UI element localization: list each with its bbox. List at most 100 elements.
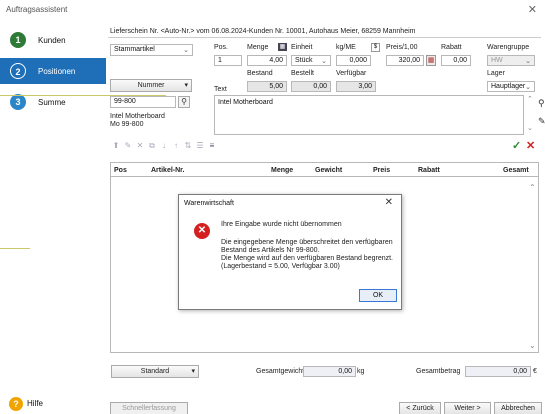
menge-label: Menge [247, 44, 269, 51]
title-bar: Auftragsassistent ✕ [0, 0, 545, 18]
scroll-down-icon[interactable]: ⌄ [529, 341, 536, 350]
sort-icon[interactable]: ⇅ [183, 141, 193, 151]
step-label-positionen: Positionen [38, 67, 76, 76]
lager-select[interactable]: Hauptlager ⌄ [487, 81, 535, 92]
rabatt-field[interactable]: 0,00 [441, 55, 471, 66]
dialog-message-5: (Lagerbestand = 5.00, Verfügbar 3.00) [221, 263, 340, 270]
preis-field[interactable]: 320,00 [386, 55, 424, 66]
document-info-line: Lieferschein Nr. <Auto-Nr.> vom 06.08.20… [110, 28, 416, 35]
chevron-down-icon: ⌄ [525, 58, 531, 65]
rabatt-label: Rabatt [441, 44, 462, 51]
edit-row-icon[interactable]: ✎ [123, 141, 133, 151]
move-up-icon[interactable]: ⬆ [111, 141, 121, 151]
nummer-sort-button[interactable]: Nummer ▾ [110, 79, 192, 92]
next-button[interactable]: Weiter > [444, 402, 491, 414]
bestellt-field: 0,00 [291, 81, 331, 92]
warengruppe-select[interactable]: HW ⌄ [487, 55, 535, 66]
step-positionen[interactable]: 2 Positionen [0, 58, 106, 84]
window-title: Auftragsassistent [6, 5, 68, 14]
arrow-down-icon[interactable]: ↓ [159, 141, 169, 151]
col-rabatt[interactable]: Rabatt [418, 167, 440, 174]
step-number-1: 1 [10, 32, 26, 48]
scroll-up-icon[interactable]: ⌃ [529, 183, 536, 192]
step-summe[interactable]: 3 Summe [0, 89, 106, 115]
text-search-icon[interactable]: ⚲ [538, 98, 545, 109]
dialog-title: Warenwirtschaft [184, 200, 234, 207]
gesamtbetrag-label: Gesamtbetrag [416, 368, 461, 375]
copy-row-icon[interactable]: ⧉ [147, 141, 157, 151]
standard-select[interactable]: Standard ▾ [111, 365, 199, 378]
artikel-name: Intel Motherboard [110, 113, 165, 120]
col-gewicht[interactable]: Gewicht [315, 167, 342, 174]
col-artikel-nr[interactable]: Artikel-Nr. [151, 167, 184, 174]
calculator-icon[interactable]: ▦ [278, 43, 287, 51]
cancel-button[interactable]: Abbrechen [494, 402, 542, 414]
chevron-down-icon: ⌄ [183, 47, 189, 54]
schnellerfassung-button[interactable]: Schnellerfassung [110, 402, 188, 414]
gesamtgewicht-field: 0,00 [303, 366, 356, 377]
dialog-message-1: Ihre Eingabe wurde nicht übernommen [221, 221, 342, 228]
help-icon: ? [9, 397, 23, 411]
scroll-up-icon[interactable]: ⌃ [527, 95, 533, 103]
gesamtbetrag-unit: € [533, 368, 537, 375]
step-label-summe: Summe [38, 98, 66, 107]
back-button[interactable]: < Zurück [399, 402, 441, 414]
dialog-message-4: Die Menge wird auf den verfügbaren Besta… [221, 255, 393, 262]
nummer-label: Nummer [137, 82, 165, 89]
col-pos[interactable]: Pos [114, 167, 127, 174]
edit-pencil-icon[interactable]: ✎ [538, 116, 545, 127]
pos-label: Pos. [214, 44, 229, 51]
gesamtbetrag-field: 0,00 [465, 366, 531, 377]
ok-button[interactable]: OK [359, 289, 397, 302]
gesamtgewicht-label: Gesamtgewicht [256, 368, 305, 375]
verfuegbar-label: Verfügbar [336, 70, 367, 77]
artikel-type-value: Stammartikel [114, 46, 155, 53]
verfuegbar-field: 3,00 [336, 81, 376, 92]
window-close-icon[interactable]: ✕ [528, 3, 537, 16]
table-header: Pos Artikel-Nr. Menge Gewicht Preis Raba… [111, 163, 538, 177]
warengruppe-value: HW [491, 57, 503, 64]
arrow-up-icon[interactable]: ↑ [171, 141, 181, 151]
search-icon[interactable]: ⚲ [178, 96, 190, 108]
col-menge[interactable]: Menge [271, 167, 293, 174]
chevron-down-icon: ⌄ [321, 58, 327, 65]
lager-value: Hauptlager [491, 83, 526, 90]
kg-field[interactable]: 0,000 [336, 55, 371, 66]
error-icon: ✕ [194, 223, 210, 239]
pos-field[interactable]: 1 [214, 55, 242, 66]
preis-label: Preis/1,00 [386, 44, 418, 51]
einheit-select[interactable]: Stück ⌄ [291, 55, 331, 66]
step-label-kunden: Kunden [38, 36, 66, 45]
header-divider [108, 37, 541, 38]
warning-dialog: Warenwirtschaft ✕ ✕ Ihre Eingabe wurde n… [178, 194, 402, 310]
einheit-label: Einheit [291, 44, 313, 51]
kg-label: kg/ME [336, 44, 356, 51]
price-calculator-icon[interactable]: ▦ [426, 55, 436, 66]
cancel-x-icon[interactable]: ✕ [526, 139, 535, 152]
step-number-3: 3 [10, 94, 26, 110]
col-gesamt[interactable]: Gesamt [503, 167, 529, 174]
assistant-window: Auftragsassistent ✕ 1 Kunden 2 Positione… [0, 0, 545, 414]
warengruppe-label: Warengruppe [487, 44, 530, 51]
table-scrollbar[interactable]: ⌃ ⌄ [527, 177, 538, 352]
einheit-value: Stück [295, 57, 313, 64]
list-icon[interactable]: ☰ [195, 141, 205, 151]
currency-button[interactable]: $ [371, 43, 380, 52]
col-preis[interactable]: Preis [373, 167, 390, 174]
menge-field[interactable]: 4,00 [247, 55, 287, 66]
standard-label: Standard [140, 368, 170, 375]
text-area[interactable]: Intel Motherboard [214, 95, 524, 135]
callout-line-dialog [0, 248, 30, 249]
bestand-label: Bestand [247, 70, 273, 77]
bestellt-label: Bestellt [291, 70, 314, 77]
scroll-down-icon[interactable]: ⌄ [527, 124, 533, 132]
delete-row-icon[interactable]: ✕ [135, 141, 145, 151]
artikel-type-select[interactable]: Stammartikel ⌄ [110, 44, 193, 56]
confirm-check-icon[interactable]: ✓ [512, 139, 521, 152]
dialog-close-icon[interactable]: ✕ [385, 197, 393, 208]
help-label: Hilfe [27, 399, 44, 408]
numbered-list-icon[interactable]: ≡ [207, 141, 217, 151]
chevron-down-icon: ⌄ [525, 84, 531, 91]
step-kunden[interactable]: 1 Kunden [0, 27, 106, 53]
artikel-nr-field[interactable]: 99-800 [110, 96, 176, 108]
